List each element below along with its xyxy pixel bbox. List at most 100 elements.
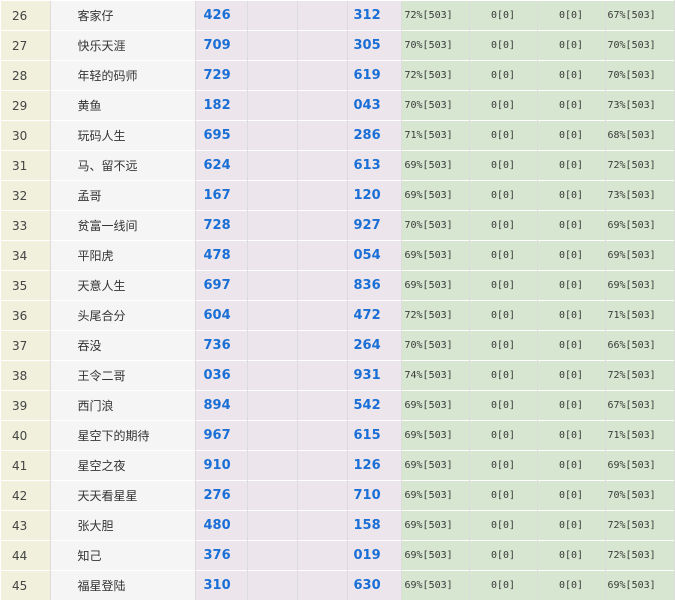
empty-cell (296, 450, 347, 481)
table-row: 37 吞没 736 264 70%[503] 0[0] 0[0] 66%[503… (1, 330, 675, 361)
zero-count-cell: 0[0] (468, 120, 537, 151)
username-cell[interactable]: 孟哥 (49, 180, 195, 211)
zero-count-cell: 0[0] (536, 570, 605, 600)
table-row: 36 头尾合分 604 472 72%[503] 0[0] 0[0] 71%[5… (1, 300, 675, 331)
username-cell[interactable]: 张大胆 (49, 510, 195, 541)
hit-rate-cell: 72%[503] (400, 300, 469, 331)
hit-rate-cell: 69%[503] (400, 420, 469, 451)
hit-rate-cell: 72%[503] (604, 360, 675, 391)
first-number-cell: 967 (194, 420, 247, 451)
hit-rate-cell: 69%[503] (604, 210, 675, 241)
first-number-cell: 036 (194, 360, 247, 391)
empty-cell (246, 330, 297, 361)
empty-cell (246, 570, 297, 600)
hit-rate-cell: 70%[503] (400, 210, 469, 241)
hit-rate-cell: 70%[503] (400, 330, 469, 361)
empty-cell (246, 180, 297, 211)
zero-count-cell: 0[0] (468, 300, 537, 331)
zero-count-cell: 0[0] (468, 270, 537, 301)
username-cell[interactable]: 年轻的码师 (49, 60, 195, 91)
second-number-cell: 019 (346, 540, 401, 571)
first-number-cell: 709 (194, 30, 247, 61)
rank-cell: 43 (1, 510, 50, 541)
first-number-cell: 182 (194, 90, 247, 121)
zero-count-cell: 0[0] (468, 390, 537, 421)
second-number-cell: 615 (346, 420, 401, 451)
hit-rate-cell: 69%[503] (604, 270, 675, 301)
username-cell[interactable]: 马、留不远 (49, 150, 195, 181)
rank-cell: 30 (1, 120, 50, 151)
empty-cell (246, 540, 297, 571)
hit-rate-cell: 69%[503] (400, 480, 469, 511)
empty-cell (246, 30, 297, 61)
rank-cell: 31 (1, 150, 50, 181)
hit-rate-cell: 69%[503] (400, 540, 469, 571)
zero-count-cell: 0[0] (536, 150, 605, 181)
username-cell[interactable]: 天意人生 (49, 270, 195, 301)
username-cell[interactable]: 贫富一线间 (49, 210, 195, 241)
table-row: 27 快乐天涯 709 305 70%[503] 0[0] 0[0] 70%[5… (1, 30, 675, 61)
hit-rate-cell: 72%[503] (400, 0, 469, 31)
zero-count-cell: 0[0] (468, 60, 537, 91)
username-cell[interactable]: 西门浪 (49, 390, 195, 421)
first-number-cell: 480 (194, 510, 247, 541)
zero-count-cell: 0[0] (468, 210, 537, 241)
username-cell[interactable]: 客家仔 (49, 0, 195, 31)
rank-cell: 32 (1, 180, 50, 211)
username-cell[interactable]: 星空之夜 (49, 450, 195, 481)
hit-rate-cell: 73%[503] (604, 180, 675, 211)
first-number-cell: 910 (194, 450, 247, 481)
zero-count-cell: 0[0] (536, 330, 605, 361)
username-cell[interactable]: 福星登陆 (49, 570, 195, 600)
username-cell[interactable]: 吞没 (49, 330, 195, 361)
zero-count-cell: 0[0] (468, 90, 537, 121)
zero-count-cell: 0[0] (536, 420, 605, 451)
table-row: 32 孟哥 167 120 69%[503] 0[0] 0[0] 73%[503… (1, 180, 675, 211)
second-number-cell: 613 (346, 150, 401, 181)
hit-rate-cell: 72%[503] (604, 150, 675, 181)
username-cell[interactable]: 王令二哥 (49, 360, 195, 391)
rank-cell: 44 (1, 540, 50, 571)
zero-count-cell: 0[0] (536, 540, 605, 571)
empty-cell (246, 240, 297, 271)
hit-rate-cell: 69%[503] (400, 570, 469, 600)
username-cell[interactable]: 头尾合分 (49, 300, 195, 331)
hit-rate-cell: 70%[503] (604, 480, 675, 511)
empty-cell (296, 390, 347, 421)
hit-rate-cell: 69%[503] (400, 390, 469, 421)
empty-cell (246, 360, 297, 391)
rank-cell: 28 (1, 60, 50, 91)
username-cell[interactable]: 黄鱼 (49, 90, 195, 121)
username-cell[interactable]: 玩码人生 (49, 120, 195, 151)
hit-rate-cell: 72%[503] (604, 540, 675, 571)
second-number-cell: 120 (346, 180, 401, 211)
username-cell[interactable]: 天天看星星 (49, 480, 195, 511)
username-cell[interactable]: 快乐天涯 (49, 30, 195, 61)
username-cell[interactable]: 知己 (49, 540, 195, 571)
hit-rate-cell: 71%[503] (400, 120, 469, 151)
table-row: 33 贫富一线间 728 927 70%[503] 0[0] 0[0] 69%[… (1, 210, 675, 241)
second-number-cell: 710 (346, 480, 401, 511)
first-number-cell: 894 (194, 390, 247, 421)
first-number-cell: 167 (194, 180, 247, 211)
empty-cell (296, 480, 347, 511)
zero-count-cell: 0[0] (468, 240, 537, 271)
hit-rate-cell: 69%[503] (400, 450, 469, 481)
empty-cell (296, 240, 347, 271)
rank-cell: 36 (1, 300, 50, 331)
username-cell[interactable]: 星空下的期待 (49, 420, 195, 451)
empty-cell (296, 150, 347, 181)
username-cell[interactable]: 平阳虎 (49, 240, 195, 271)
empty-cell (246, 120, 297, 151)
table-row: 39 西门浪 894 542 69%[503] 0[0] 0[0] 67%[50… (1, 390, 675, 421)
table-row: 26 客家仔 426 312 72%[503] 0[0] 0[0] 67%[50… (1, 0, 675, 31)
hit-rate-cell: 69%[503] (604, 570, 675, 600)
empty-cell (246, 510, 297, 541)
second-number-cell: 158 (346, 510, 401, 541)
table-row: 45 福星登陆 310 630 69%[503] 0[0] 0[0] 69%[5… (1, 570, 675, 600)
rank-cell: 33 (1, 210, 50, 241)
first-number-cell: 736 (194, 330, 247, 361)
empty-cell (296, 540, 347, 571)
table-row: 30 玩码人生 695 286 71%[503] 0[0] 0[0] 68%[5… (1, 120, 675, 151)
empty-cell (296, 510, 347, 541)
